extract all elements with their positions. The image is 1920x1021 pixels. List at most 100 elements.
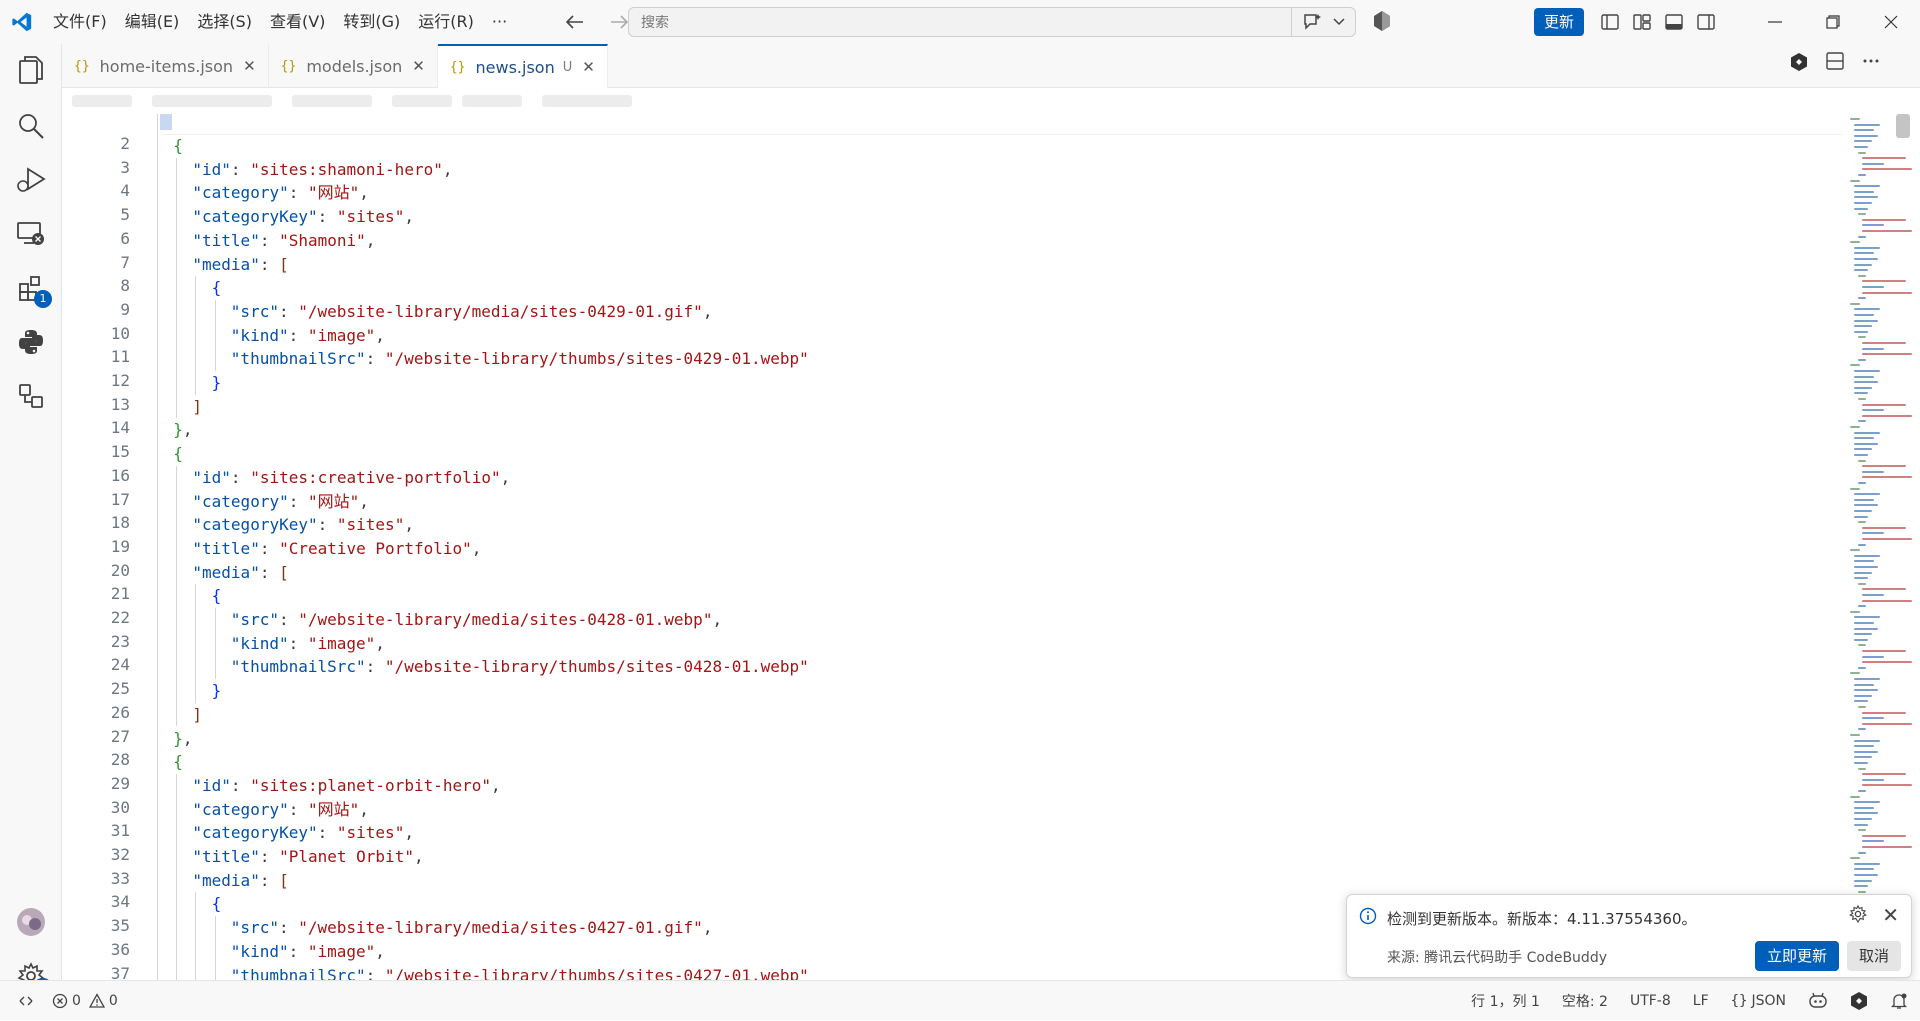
menu-more[interactable]: ··· [483, 7, 516, 37]
close-window-icon[interactable] [1862, 0, 1920, 44]
close-icon[interactable]: ✕ [582, 58, 595, 76]
code-line[interactable]: "category": "网站", [192, 490, 369, 514]
code-line[interactable]: } [212, 371, 222, 395]
indentation[interactable]: 空格: 2 [1562, 991, 1608, 1011]
more-actions-icon[interactable] [1862, 52, 1880, 70]
code-line[interactable]: "media": [ [192, 869, 288, 893]
code-line[interactable]: "title": "Creative Portfolio", [192, 537, 481, 561]
remote-explorer-icon[interactable] [0, 208, 62, 260]
code-line[interactable]: "id": "sites:planet-orbit-hero", [192, 774, 500, 798]
breadcrumb-segment[interactable] [152, 95, 272, 107]
code-line[interactable]: "kind": "image", [231, 324, 385, 348]
breadcrumb-segment[interactable] [462, 95, 522, 107]
code-line[interactable]: "categoryKey": "sites", [192, 513, 414, 537]
breadcrumb-segment[interactable] [392, 95, 452, 107]
code-editor[interactable]: 2 3 4 5 6 7 8 9 10 11 12 13 14 15 16 17 18 19 20 21 22 23 24 25… [62, 114, 1920, 980]
code-line[interactable]: "media": [ [192, 561, 288, 585]
codebuddy-status-icon[interactable] [1850, 991, 1868, 1011]
code-line[interactable]: "title": "Shamoni", [192, 229, 375, 253]
codebuddy-logo-icon[interactable] [1372, 10, 1392, 36]
toggle-secondary-sidebar-icon[interactable] [1690, 6, 1722, 38]
menu-edit[interactable]: 编辑(E) [116, 7, 189, 37]
breadcrumb-segment[interactable] [292, 95, 372, 107]
tab-models[interactable]: {} models.json ✕ [269, 44, 438, 88]
minimap-line [1854, 818, 1872, 820]
extensions-icon[interactable]: 1 [0, 262, 62, 314]
code-line[interactable]: { [173, 442, 183, 466]
code-line[interactable]: "kind": "image", [231, 632, 385, 656]
menu-view[interactable]: 查看(V) [261, 7, 334, 37]
encoding[interactable]: UTF-8 [1630, 993, 1671, 1009]
toggle-primary-sidebar-icon[interactable] [1594, 6, 1626, 38]
problems-indicator[interactable]: 0 0 [52, 993, 118, 1009]
code-line[interactable]: "thumbnailSrc": "/website-library/thumbs… [231, 347, 809, 371]
split-editor-icon[interactable] [1826, 52, 1844, 70]
remote-indicator-icon[interactable] [0, 981, 52, 1021]
toggle-panel-icon[interactable] [1658, 6, 1690, 38]
code-line[interactable]: "media": [ [192, 253, 288, 277]
update-now-button[interactable]: 立即更新 [1754, 941, 1839, 971]
end-of-line[interactable]: LF [1693, 993, 1709, 1009]
menu-selection[interactable]: 选择(S) [188, 7, 261, 37]
explorer-icon[interactable] [0, 44, 62, 96]
code-line[interactable]: "thumbnailSrc": "/website-library/thumbs… [231, 964, 809, 981]
cursor-position[interactable]: 行 1，列 1 [1471, 991, 1540, 1011]
restore-icon[interactable] [1804, 0, 1862, 44]
code-line[interactable]: { [212, 892, 222, 916]
code-line[interactable]: "category": "网站", [192, 798, 369, 822]
language-mode[interactable]: {} JSON [1731, 993, 1786, 1009]
chat-toggle[interactable] [1291, 8, 1355, 36]
code-line[interactable]: }, [173, 418, 192, 442]
menu-go[interactable]: 转到(G) [334, 7, 409, 37]
python-icon[interactable] [0, 316, 62, 368]
back-arrow-icon[interactable] [560, 7, 590, 37]
tab-news[interactable]: {} news.json U ✕ [437, 44, 608, 88]
code-line[interactable]: "thumbnailSrc": "/website-library/thumbs… [231, 655, 809, 679]
breadcrumb-segment[interactable] [72, 95, 132, 107]
code-line[interactable]: { [173, 134, 183, 158]
close-icon[interactable]: ✕ [1882, 903, 1899, 927]
vertical-scrollbar[interactable] [1896, 114, 1910, 138]
minimize-icon[interactable] [1746, 0, 1804, 44]
menu-file[interactable]: 文件(F) [44, 7, 116, 37]
search-icon[interactable] [0, 100, 62, 152]
minimap[interactable] [1848, 114, 1920, 980]
code-line[interactable]: "kind": "image", [231, 940, 385, 964]
update-button[interactable]: 更新 [1533, 8, 1584, 36]
close-icon[interactable]: ✕ [243, 57, 256, 75]
code-line[interactable]: "src": "/website-library/media/sites-042… [231, 300, 713, 324]
tab-home-items[interactable]: {} home-items.json ✕ [62, 44, 269, 88]
command-center-search[interactable]: 搜索 [628, 7, 1356, 37]
codebuddy-action-icon[interactable] [1790, 52, 1808, 72]
code-line[interactable]: "categoryKey": "sites", [192, 821, 414, 845]
code-line[interactable]: ] [192, 703, 202, 727]
code-line[interactable]: }, [173, 727, 192, 751]
close-icon[interactable]: ✕ [412, 57, 425, 75]
code-line[interactable]: "src": "/website-library/media/sites-042… [231, 916, 713, 940]
code-line[interactable]: "title": "Planet Orbit", [192, 845, 423, 869]
code-line[interactable]: { [212, 584, 222, 608]
code-line[interactable]: "categoryKey": "sites", [192, 205, 414, 229]
code-lines[interactable]: {"id": "sites:shamoni-hero", "category": … [157, 114, 1842, 981]
code-line[interactable]: ] [192, 395, 202, 419]
customize-layout-icon[interactable] [1626, 6, 1658, 38]
code-line[interactable]: } [212, 679, 222, 703]
breadcrumb-segment[interactable] [542, 95, 632, 107]
run-debug-icon[interactable] [0, 154, 62, 206]
source-control-graph-icon[interactable] [0, 370, 62, 422]
cancel-button[interactable]: 取消 [1846, 941, 1901, 971]
account-avatar[interactable] [0, 896, 62, 948]
error-icon [52, 993, 68, 1009]
minimap-line [1854, 571, 1872, 574]
code-line[interactable]: { [173, 750, 183, 774]
copilot-status-icon[interactable] [1808, 992, 1828, 1010]
code-line[interactable]: "src": "/website-library/media/sites-042… [231, 608, 722, 632]
code-line[interactable]: "id": "sites:creative-portfolio", [192, 466, 510, 490]
notifications-bell-icon[interactable] [1890, 992, 1908, 1010]
code-line[interactable]: { [212, 276, 222, 300]
minimap-line [1854, 874, 1878, 876]
code-line[interactable]: "id": "sites:shamoni-hero", [192, 158, 452, 182]
menu-run[interactable]: 运行(R) [409, 7, 483, 37]
gear-icon[interactable] [1849, 905, 1867, 923]
code-line[interactable]: "category": "网站", [192, 181, 369, 205]
